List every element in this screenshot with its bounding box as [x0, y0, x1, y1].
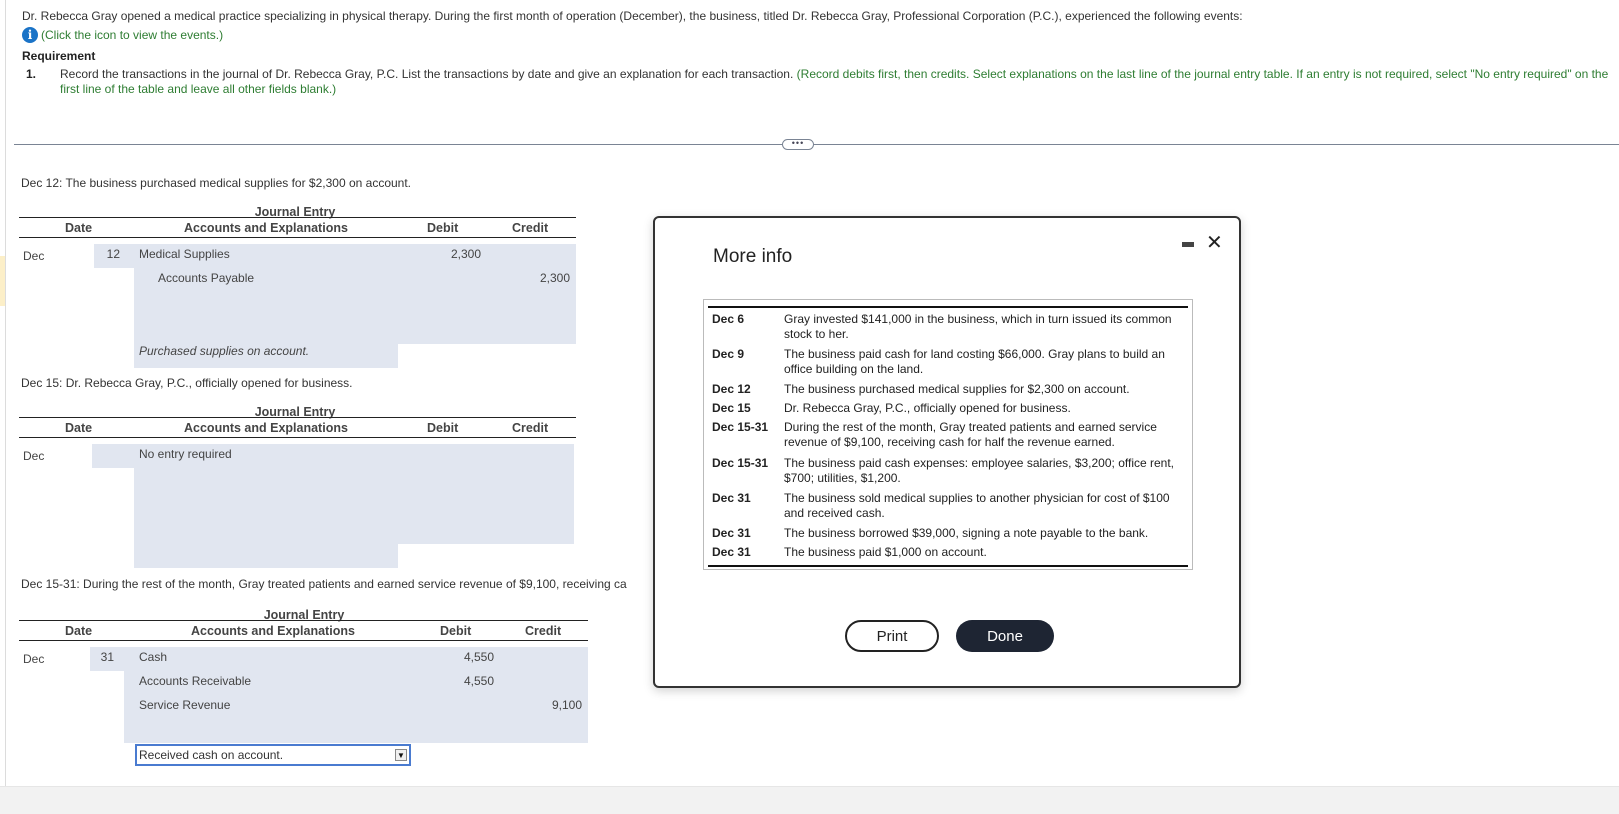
event-date: Dec 31	[712, 526, 751, 540]
question-marker	[0, 256, 5, 306]
event-date: Dec 15	[712, 401, 751, 415]
header-credit: Credit	[525, 624, 562, 638]
events-table: Dec 6 Gray invested $141,000 in the busi…	[703, 299, 1193, 570]
event-date: Dec 31	[712, 491, 751, 505]
entry-prompt: Dec 15: Dr. Rebecca Gray, P.C., official…	[21, 376, 353, 390]
done-button[interactable]: Done	[956, 620, 1054, 652]
header-credit: Credit	[512, 221, 549, 235]
account-credit-line[interactable]: Accounts Payable	[158, 271, 254, 285]
event-date: Dec 12	[712, 382, 751, 396]
header-accounts: Accounts and Explanations	[191, 624, 355, 638]
entry-prompt: Dec 15-31: During the rest of the month,…	[21, 577, 627, 591]
account-line[interactable]: No entry required	[139, 447, 232, 461]
close-icon[interactable]: ✕	[1206, 230, 1223, 254]
table-top-rule	[708, 306, 1188, 308]
event-text: During the rest of the month, Gray treat…	[784, 420, 1157, 449]
header-date: Date	[65, 421, 93, 435]
month-label: Dec	[23, 652, 45, 666]
event-date: Dec 31	[712, 545, 751, 559]
event-date: Dec 15-31	[712, 420, 769, 434]
requirement-main: Record the transactions in the journal o…	[60, 67, 794, 81]
problem-statement: Dr. Rebecca Gray opened a medical practi…	[22, 9, 1243, 23]
table-header: Date Accounts and Explanations Debit Cre…	[19, 620, 588, 641]
bottom-bar	[0, 786, 1619, 814]
table-bottom-rule	[708, 565, 1188, 567]
event-text: The business borrowed $39,000, signing a…	[784, 526, 1149, 540]
journal-entry-table: Journal Entry Date Accounts and Explanat…	[14, 405, 576, 568]
table-header: Date Accounts and Explanations Debit Cre…	[19, 217, 576, 238]
header-debit: Debit	[427, 421, 459, 435]
journal-entry-table: Journal Entry Date Accounts and Explanat…	[14, 205, 576, 368]
event-date: Dec 9	[712, 347, 745, 361]
entry-lines-area[interactable]	[124, 647, 588, 743]
account-debit-line[interactable]: Medical Supplies	[139, 247, 230, 261]
event-text: The business sold medical supplies to an…	[784, 491, 1170, 520]
day-value[interactable]: 12	[94, 247, 120, 261]
minimize-icon[interactable]	[1182, 242, 1194, 247]
dropdown-arrow-icon[interactable]: ▼	[395, 749, 407, 761]
event-text: Gray invested $141,000 in the business, …	[784, 312, 1172, 341]
month-label: Dec	[23, 249, 45, 263]
section-divider	[14, 144, 1619, 145]
table-header: Date Accounts and Explanations Debit Cre…	[19, 417, 576, 438]
day-value[interactable]: 31	[90, 650, 114, 664]
debit-amount[interactable]: 4,550	[414, 650, 494, 664]
journal-entry-table: Journal Entry Date Accounts and Explanat…	[14, 608, 588, 768]
requirement-title: Requirement	[22, 49, 96, 63]
explanation-selected-value[interactable]: Received cash on account.	[139, 748, 283, 762]
event-date: Dec 6	[712, 312, 745, 326]
explanation-text[interactable]: Purchased supplies on account.	[139, 344, 309, 358]
view-events-hint[interactable]: i (Click the icon to view the events.)	[22, 27, 223, 43]
header-accounts: Accounts and Explanations	[184, 221, 348, 235]
left-border	[5, 0, 6, 790]
entry-prompt: Dec 12: The business purchased medical s…	[21, 176, 412, 190]
account-line[interactable]: Service Revenue	[139, 698, 230, 712]
event-text: The business paid cash for land costing …	[784, 347, 1165, 376]
header-accounts: Accounts and Explanations	[184, 421, 348, 435]
debit-amount[interactable]: 2,300	[409, 247, 481, 261]
print-button[interactable]: Print	[845, 620, 939, 652]
hint-text[interactable]: (Click the icon to view the events.)	[41, 28, 223, 42]
explanation-field[interactable]	[134, 544, 398, 568]
account-line[interactable]: Accounts Receivable	[139, 674, 251, 688]
event-text: The business paid cash expenses: employe…	[784, 456, 1175, 485]
header-date: Date	[65, 221, 93, 235]
credit-amount[interactable]: 2,300	[494, 271, 570, 285]
day-input[interactable]	[92, 444, 134, 468]
month-label: Dec	[23, 449, 45, 463]
event-text: Dr. Rebecca Gray, P.C., officially opene…	[784, 401, 1071, 415]
dialog-title: More info	[713, 246, 793, 267]
credit-amount[interactable]: 9,100	[504, 698, 582, 712]
header-credit: Credit	[512, 421, 549, 435]
header-debit: Debit	[427, 221, 459, 235]
debit-amount[interactable]: 4,550	[414, 674, 494, 688]
account-line[interactable]: Cash	[139, 650, 167, 664]
info-icon[interactable]: i	[22, 27, 38, 43]
expand-toggle-button[interactable]: •••	[782, 139, 814, 150]
more-info-dialog: More info ✕ Dec 6 Gray invested $141,000…	[653, 216, 1241, 688]
requirement-number: 1.	[26, 67, 37, 81]
requirement-text: Record the transactions in the journal o…	[60, 67, 1619, 97]
event-text: The business paid $1,000 on account.	[784, 545, 987, 559]
event-text: The business purchased medical supplies …	[784, 382, 1130, 396]
event-date: Dec 15-31	[712, 456, 769, 470]
header-debit: Debit	[440, 624, 472, 638]
header-date: Date	[65, 624, 93, 638]
explanation-select[interactable]: Received cash on account. ▼	[135, 744, 411, 766]
